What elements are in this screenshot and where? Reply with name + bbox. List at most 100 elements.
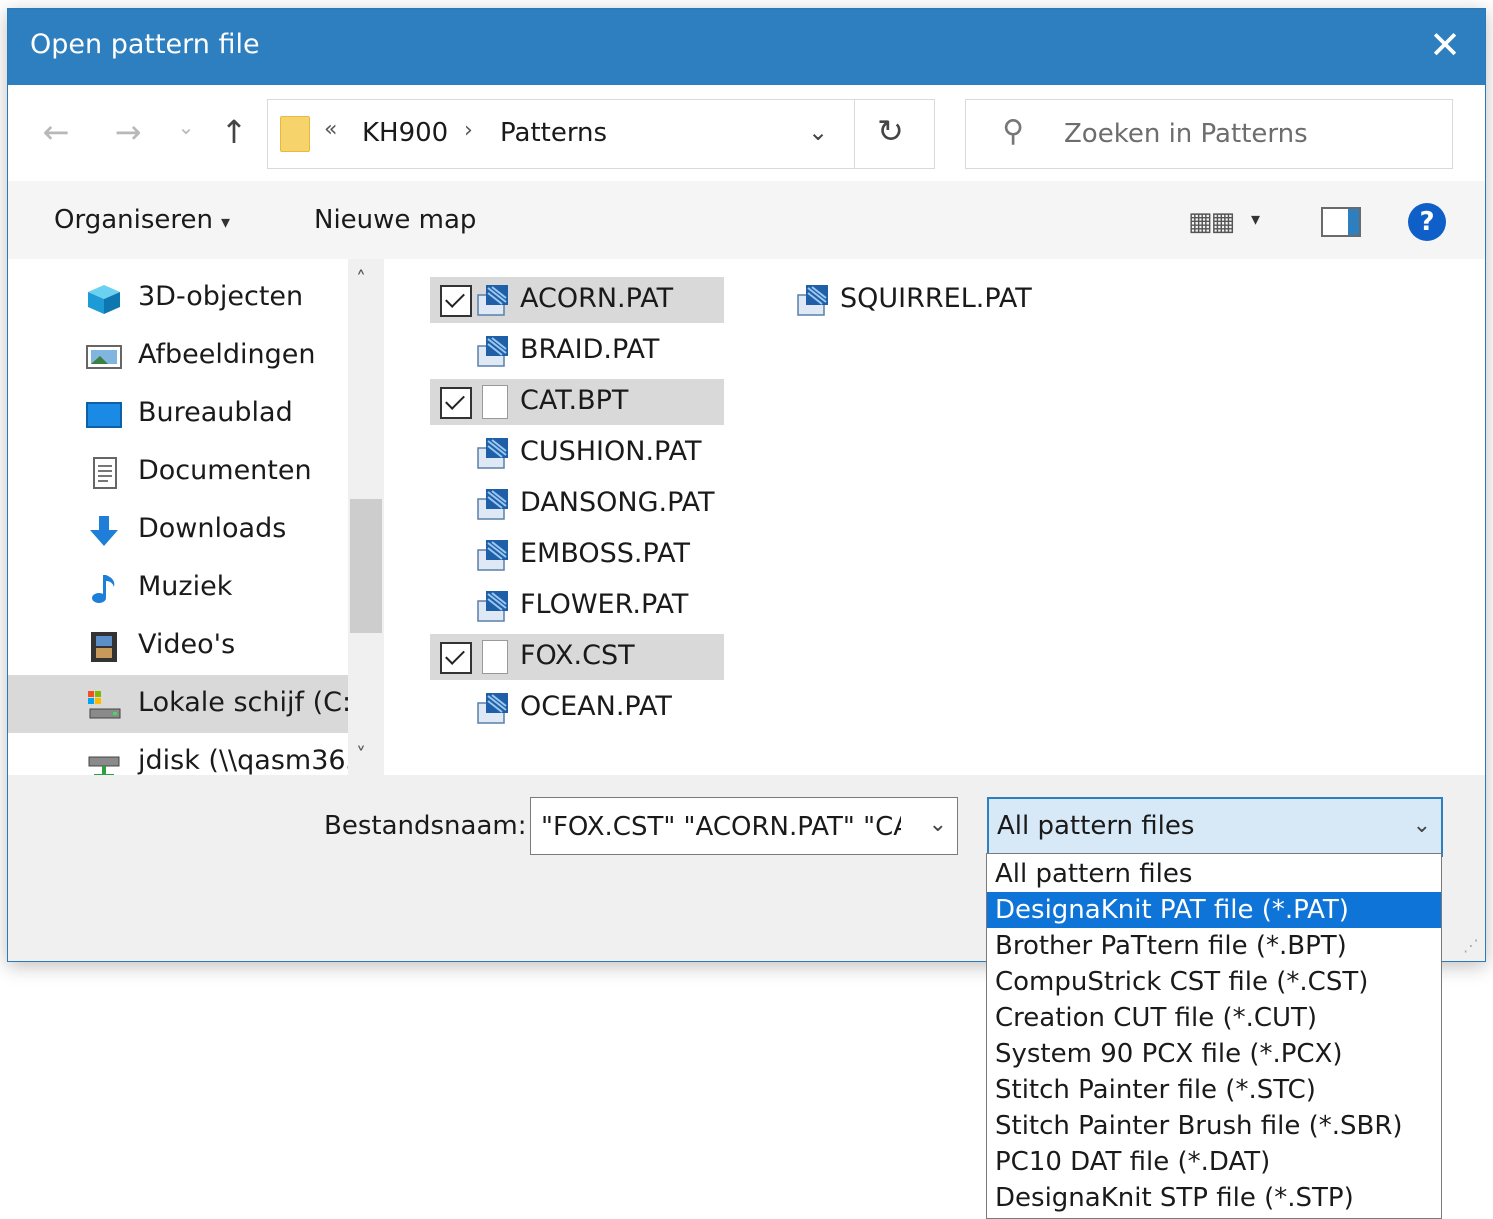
help-icon[interactable]: ? xyxy=(1408,203,1446,241)
video-icon xyxy=(91,632,117,662)
scroll-down-icon[interactable]: ˅ xyxy=(356,743,366,767)
filetype-option[interactable]: Brother PaTtern file (*.BPT) xyxy=(987,928,1441,964)
pattern-file-icon xyxy=(477,693,508,724)
sidebar-item-documents[interactable]: Documenten xyxy=(8,443,348,501)
folder-icon xyxy=(280,116,310,152)
file-name: CAT.BPT xyxy=(520,385,629,416)
sidebar-item-local-disk[interactable]: Lokale schijf (C:) xyxy=(8,675,362,733)
file-list: ACORN.PAT BRAID.PAT CAT.BPT CUSHION.PAT xyxy=(390,259,1485,775)
sidebar-item-label: Downloads xyxy=(138,513,287,544)
file-item-braid[interactable]: BRAID.PAT xyxy=(430,328,724,374)
file-item-fox[interactable]: FOX.CST xyxy=(430,634,724,680)
close-icon[interactable]: ✕ xyxy=(1425,21,1465,69)
refresh-button[interactable]: ↻ xyxy=(854,100,935,168)
pictures-icon xyxy=(86,345,122,369)
scrollbar-thumb[interactable] xyxy=(350,499,382,633)
sidebar-item-label: Documenten xyxy=(138,455,312,486)
file-item-flower[interactable]: FLOWER.PAT xyxy=(430,583,724,629)
preview-pane-icon[interactable] xyxy=(1321,207,1361,237)
file-name: SQUIRREL.PAT xyxy=(840,283,1032,314)
filename-field[interactable] xyxy=(539,808,903,846)
sidebar-item-label: Video's xyxy=(138,629,236,660)
refresh-icon: ↻ xyxy=(877,112,904,150)
file-name: CUSHION.PAT xyxy=(520,436,702,467)
title-bar: Open pattern file ✕ xyxy=(8,9,1485,85)
resize-grip-icon[interactable]: ⋰ xyxy=(1463,936,1479,955)
organize-caret-icon: ▾ xyxy=(220,212,231,233)
pattern-file-icon xyxy=(477,489,508,520)
filetype-option[interactable]: System 90 PCX file (*.PCX) xyxy=(987,1036,1441,1072)
sidebar-item-label: Bureaublad xyxy=(138,397,293,428)
pattern-file-icon xyxy=(477,336,508,367)
file-item-ocean[interactable]: OCEAN.PAT xyxy=(430,685,724,731)
blank-document-icon xyxy=(482,385,508,419)
filename-dropdown-icon[interactable]: ⌄ xyxy=(929,812,947,837)
file-item-emboss[interactable]: EMBOSS.PAT xyxy=(430,532,724,578)
up-arrow-icon[interactable]: ↑ xyxy=(214,113,254,151)
sidebar-item-label: Muziek xyxy=(138,571,233,602)
breadcrumb-patterns[interactable]: Patterns xyxy=(500,118,607,148)
filetype-option[interactable]: Stitch Painter file (*.STC) xyxy=(987,1072,1441,1108)
documents-icon xyxy=(93,457,117,489)
search-box[interactable]: ⚲ xyxy=(965,99,1453,169)
checkbox-checked[interactable] xyxy=(440,285,472,317)
file-name: OCEAN.PAT xyxy=(520,691,672,722)
filetype-select[interactable]: All pattern files ⌄ xyxy=(987,797,1443,857)
command-toolbar: Organiseren ▾ Nieuwe map ▦▦ ▾ ? xyxy=(8,181,1485,259)
search-input[interactable] xyxy=(1062,114,1436,154)
file-item-cushion[interactable]: CUSHION.PAT xyxy=(430,430,724,476)
filetype-dropdown-list: All pattern files DesignaKnit PAT file (… xyxy=(986,853,1442,1219)
file-item-acorn[interactable]: ACORN.PAT xyxy=(430,277,724,323)
filetype-option-highlighted[interactable]: DesignaKnit PAT file (*.PAT) xyxy=(987,892,1441,928)
address-bar[interactable]: « KH900 › Patterns ⌄ ↻ xyxy=(267,99,935,169)
desktop-icon xyxy=(86,402,122,428)
sidebar-item-desktop[interactable]: Bureaublad xyxy=(8,385,348,443)
overflow-chevron-icon[interactable]: « xyxy=(324,117,337,142)
sidebar-item-downloads[interactable]: Downloads xyxy=(8,501,348,559)
checkbox-checked[interactable] xyxy=(440,387,472,419)
filename-combobox[interactable]: ⌄ xyxy=(530,797,958,855)
music-icon xyxy=(92,575,115,603)
file-item-squirrel[interactable]: SQUIRREL.PAT xyxy=(750,277,1032,323)
file-item-dansong[interactable]: DANSONG.PAT xyxy=(430,481,724,527)
navigation-pane: 3D-objecten Afbeeldingen Bureaublad Docu… xyxy=(8,259,390,777)
filetype-option[interactable]: Stitch Painter Brush file (*.SBR) xyxy=(987,1108,1441,1144)
filetype-option[interactable]: DesignaKnit STP file (*.STP) xyxy=(987,1180,1441,1216)
open-pattern-dialog: Open pattern file ✕ ← → ⌄ ↑ « KH900 › Pa… xyxy=(7,8,1486,962)
organize-button[interactable]: Organiseren ▾ xyxy=(54,205,230,235)
filetype-option[interactable]: CompuStrick CST file (*.CST) xyxy=(987,964,1441,1000)
navigation-scrollbar[interactable]: ˄ ˅ xyxy=(348,259,384,775)
file-name: FLOWER.PAT xyxy=(520,589,689,620)
filetype-option[interactable]: PC10 DAT file (*.DAT) xyxy=(987,1144,1441,1180)
sidebar-item-music[interactable]: Muziek xyxy=(8,559,348,617)
filetype-dropdown-icon[interactable]: ⌄ xyxy=(1413,813,1431,838)
view-options-icon[interactable]: ▦▦ xyxy=(1188,207,1235,237)
breadcrumb-kh900[interactable]: KH900 xyxy=(362,118,448,148)
downloads-icon xyxy=(90,516,118,546)
sidebar-item-videos[interactable]: Video's xyxy=(8,617,348,675)
recent-locations-icon[interactable]: ⌄ xyxy=(166,115,206,139)
pattern-file-icon xyxy=(477,438,508,469)
pattern-file-icon xyxy=(477,285,508,316)
sidebar-item-pictures[interactable]: Afbeeldingen xyxy=(8,327,348,385)
breadcrumb-separator-icon[interactable]: › xyxy=(464,118,473,143)
drive-icon xyxy=(88,691,121,719)
forward-arrow-icon[interactable]: → xyxy=(108,113,148,151)
filetype-selected-value: All pattern files xyxy=(997,811,1195,841)
scroll-up-icon[interactable]: ˄ xyxy=(356,267,366,291)
file-item-cat[interactable]: CAT.BPT xyxy=(430,379,724,425)
file-name: FOX.CST xyxy=(520,640,635,671)
address-dropdown-icon[interactable]: ⌄ xyxy=(808,118,828,146)
filetype-option[interactable]: Creation CUT file (*.CUT) xyxy=(987,1000,1441,1036)
sidebar-item-3d-objects[interactable]: 3D-objecten xyxy=(8,269,348,327)
view-dropdown-icon[interactable]: ▾ xyxy=(1251,209,1260,230)
checkbox-checked[interactable] xyxy=(440,642,472,674)
file-name: DANSONG.PAT xyxy=(520,487,715,518)
new-folder-button[interactable]: Nieuwe map xyxy=(314,205,476,235)
window-title: Open pattern file xyxy=(30,29,260,60)
sidebar-item-label: Afbeeldingen xyxy=(138,339,316,370)
back-arrow-icon[interactable]: ← xyxy=(36,113,76,151)
file-name: EMBOSS.PAT xyxy=(520,538,690,569)
pattern-file-icon xyxy=(797,285,828,316)
filetype-option[interactable]: All pattern files xyxy=(987,856,1441,892)
